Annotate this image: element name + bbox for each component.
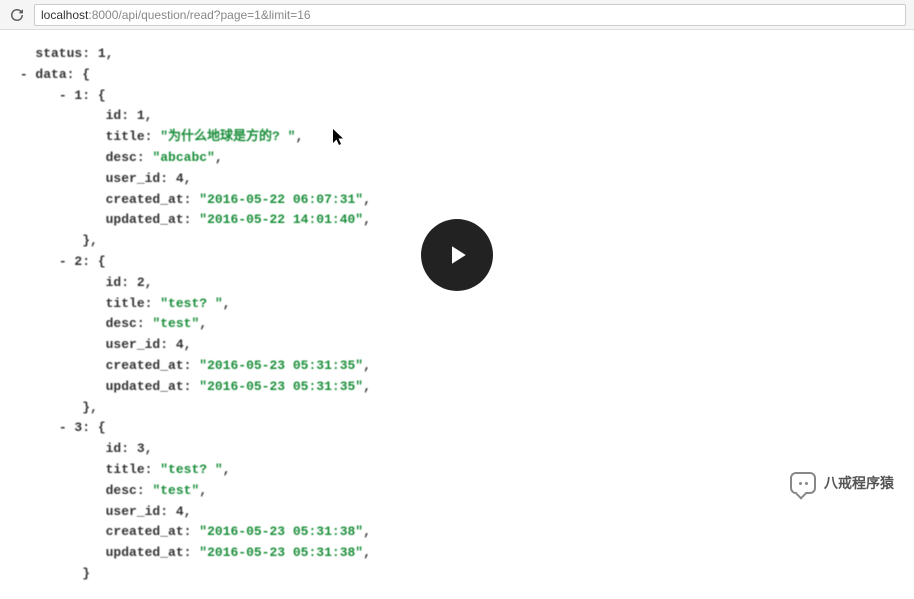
- json-response-view: status: 1, - data: { - 1: { id: 1, title…: [0, 30, 914, 599]
- url-host: localhost: [41, 8, 88, 22]
- reload-icon[interactable]: [8, 6, 26, 24]
- channel-badge: 八戒程序猿: [790, 472, 894, 494]
- wechat-icon: [790, 472, 816, 494]
- channel-name: 八戒程序猿: [824, 473, 894, 493]
- play-button[interactable]: [421, 219, 493, 291]
- url-path: :8000/api/question/read?page=1&limit=16: [88, 8, 310, 22]
- play-icon: [442, 240, 472, 270]
- address-bar[interactable]: localhost:8000/api/question/read?page=1&…: [34, 4, 906, 26]
- browser-toolbar: localhost:8000/api/question/read?page=1&…: [0, 0, 914, 30]
